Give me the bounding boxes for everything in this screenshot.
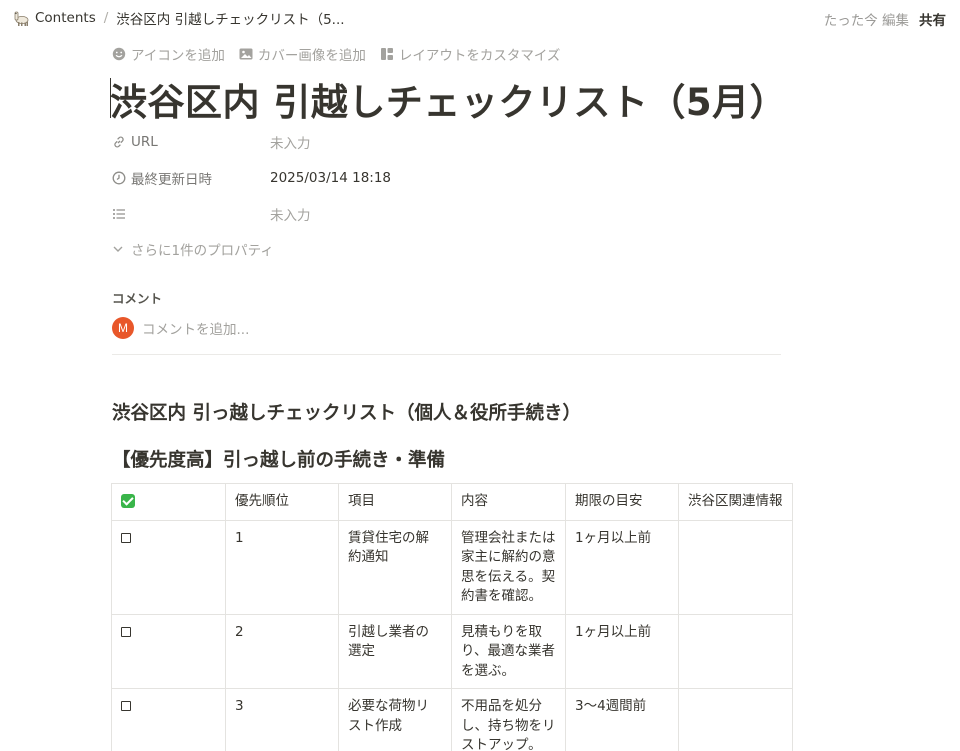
more-properties-toggle[interactable]: さらに1件のプロパティ	[112, 239, 274, 259]
column-header-deadline[interactable]: 期限の目安	[565, 483, 679, 521]
page-title[interactable]: 渋谷区内 引越しチェックリスト（5月）	[110, 72, 787, 126]
item-cell[interactable]: 賃貸住宅の解約通知	[338, 519, 452, 615]
info-cell[interactable]	[678, 613, 793, 689]
breadcrumb-separator: /	[103, 10, 109, 26]
priority-cell[interactable]: 1	[225, 519, 339, 615]
checkbox[interactable]	[121, 626, 131, 637]
edited-status[interactable]: たった今 編集	[824, 9, 909, 29]
column-header-item[interactable]: 項目	[338, 483, 452, 521]
breadcrumb: Contents / 渋谷区内 引越しチェックリスト（5...	[12, 8, 345, 28]
heading-priority-high: 【優先度高】引っ越し前の手続き・準備	[112, 450, 446, 471]
top-right-actions: たった今 編集 共有	[824, 9, 946, 29]
checkbox-cell[interactable]	[111, 519, 226, 615]
property-last-edited[interactable]: 最終更新日時 2025/03/14 18:18	[112, 166, 391, 190]
add-icon-label: アイコンを追加	[131, 48, 225, 64]
content-cell[interactable]: 管理会社または家主に解約の意思を伝える。契約書を確認。	[451, 519, 566, 615]
deadline-cell[interactable]: 1ヶ月以上前	[565, 519, 679, 615]
priority-cell[interactable]: 3	[225, 688, 339, 751]
add-icon-button[interactable]: アイコンを追加	[112, 44, 225, 64]
comment-input-row[interactable]: M コメントを追加...	[112, 317, 249, 339]
customize-layout-label: レイアウトをカスタマイズ	[398, 48, 561, 64]
link-icon	[114, 136, 124, 148]
property-last-edited-value: 2025/03/14 18:18	[270, 170, 392, 186]
deadline-cell[interactable]: 3〜4週間前	[565, 688, 679, 751]
add-cover-button[interactable]: カバー画像を追加	[239, 44, 366, 64]
table-row: 1 賃貸住宅の解約通知 管理会社または家主に解約の意思を伝える。契約書を確認。 …	[111, 519, 793, 615]
more-properties-label: さらに1件のプロパティ	[131, 243, 274, 259]
comment-input[interactable]: コメントを追加...	[142, 318, 249, 338]
avatar: M	[112, 317, 134, 339]
divider	[112, 354, 781, 355]
table-row: 3 必要な荷物リスト作成 不用品を処分し、持ち物をリストアップ。 3〜4週間前	[111, 688, 793, 751]
customize-layout-button[interactable]: レイアウトをカスタマイズ	[380, 44, 561, 64]
checkbox[interactable]	[121, 701, 131, 711]
property-url-value[interactable]: 未入力	[270, 132, 311, 152]
clock-icon	[112, 171, 126, 185]
share-button[interactable]: 共有	[919, 9, 946, 29]
checklist-table: 優先順位 項目 内容 期限の目安 渋谷区関連情報 1 賃貸住宅の解約通知 管理会…	[111, 483, 793, 751]
heading-checklist: 渋谷区内 引っ越しチェックリスト（個人＆役所手続き）	[112, 403, 581, 424]
item-cell[interactable]: 必要な荷物リスト作成	[338, 688, 452, 751]
content-cell[interactable]: 不用品を処分し、持ち物をリストアップ。	[451, 688, 566, 751]
item-cell[interactable]: 引越し業者の選定	[338, 613, 452, 689]
column-header-shibuya-info[interactable]: 渋谷区関連情報	[678, 483, 793, 521]
property-url-label: URL	[131, 134, 158, 150]
column-header-priority[interactable]: 優先順位	[225, 483, 339, 521]
image-icon	[239, 48, 253, 60]
page-actions: アイコンを追加 カバー画像を追加 レイアウトをカスタマイズ	[112, 44, 574, 64]
property-last-edited-label: 最終更新日時	[131, 172, 212, 188]
content-cell[interactable]: 見積もりを取り、最適な業者を選ぶ。	[451, 613, 566, 689]
column-header-done[interactable]	[111, 483, 226, 521]
checkbox-cell[interactable]	[111, 613, 226, 689]
table-row: 2 引越し業者の選定 見積もりを取り、最適な業者を選ぶ。 1ヶ月以上前	[111, 613, 793, 689]
property-url[interactable]: URL 未入力	[112, 130, 311, 154]
checkbox[interactable]	[121, 532, 131, 543]
property-list-value[interactable]: 未入力	[270, 204, 311, 224]
top-bar: Contents / 渋谷区内 引越しチェックリスト（5... たった今 編集 …	[0, 0, 960, 36]
checkbox-cell[interactable]	[111, 688, 226, 751]
comments-heading: コメント	[112, 291, 163, 306]
table-header-row: 優先順位 項目 内容 期限の目安 渋谷区関連情報	[111, 483, 793, 521]
breadcrumb-root[interactable]: Contents	[35, 10, 96, 26]
property-list[interactable]: 未入力	[112, 202, 311, 226]
deadline-cell[interactable]: 1ヶ月以上前	[565, 613, 679, 689]
column-header-content[interactable]: 内容	[451, 483, 566, 521]
info-cell[interactable]	[678, 688, 793, 751]
list-icon	[113, 209, 125, 219]
llama-page-icon[interactable]	[12, 9, 30, 27]
info-cell[interactable]	[678, 519, 793, 615]
priority-cell[interactable]: 2	[225, 613, 339, 689]
add-cover-label: カバー画像を追加	[257, 48, 366, 64]
breadcrumb-current[interactable]: 渋谷区内 引越しチェックリスト（5...	[116, 8, 344, 28]
check-mark-icon	[121, 494, 135, 508]
layout-icon	[380, 48, 393, 60]
smiley-icon	[112, 47, 126, 61]
chevron-down-icon	[113, 246, 123, 252]
